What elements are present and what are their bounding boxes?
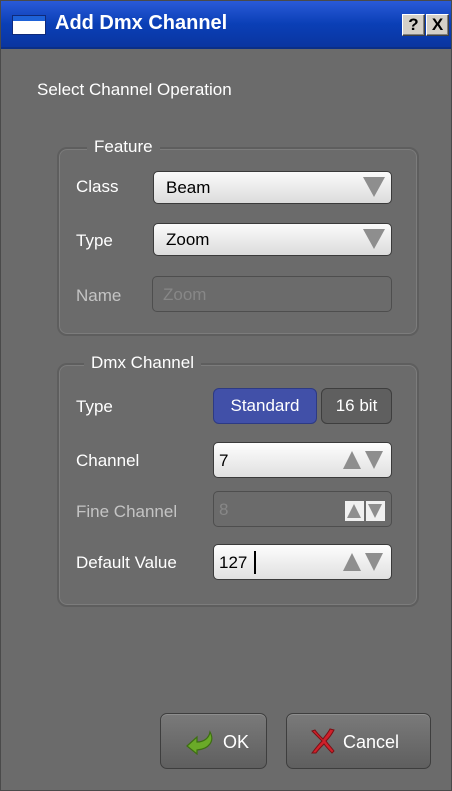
- close-button[interactable]: X: [426, 14, 449, 36]
- dmx-channel-legend: Dmx Channel: [84, 351, 201, 375]
- feature-type-value: Zoom: [166, 230, 210, 249]
- chevron-down-icon[interactable]: [363, 229, 385, 249]
- green-check-arrow-icon: [186, 730, 213, 755]
- 16-bit-toggle[interactable]: 16 bit: [321, 388, 392, 424]
- down-arrow-icon[interactable]: [365, 451, 383, 469]
- text-cursor: [254, 551, 256, 574]
- name-field[interactable]: Zoom: [152, 276, 392, 312]
- dmx-type-label: Type: [76, 397, 113, 416]
- fine-channel-label: Fine Channel: [76, 502, 178, 521]
- feature-type-combo[interactable]: Zoom: [153, 223, 392, 256]
- feature-type-label: Type: [76, 231, 113, 250]
- feature-legend: Feature: [87, 135, 160, 159]
- fine-channel-value: 8: [219, 500, 229, 519]
- dialog-title: Add Dmx Channel: [55, 12, 228, 34]
- cancel-label: Cancel: [343, 732, 400, 752]
- default-value-label: Default Value: [76, 553, 177, 572]
- fine-channel-spinbox[interactable]: 8: [213, 491, 392, 527]
- down-arrow-icon[interactable]: [365, 553, 383, 571]
- title-bar[interactable]: Add Dmx Channel ? X: [1, 1, 451, 49]
- window-icon: [12, 15, 46, 35]
- name-label: Name: [76, 286, 122, 305]
- down-arrow-icon[interactable]: [368, 504, 382, 518]
- spin-arrows[interactable]: [343, 553, 385, 571]
- class-combo[interactable]: Beam: [153, 171, 392, 204]
- up-arrow-icon[interactable]: [343, 553, 361, 571]
- ok-label: OK: [223, 732, 250, 752]
- channel-label: Channel: [76, 451, 140, 470]
- class-label: Class: [76, 177, 119, 196]
- ok-button[interactable]: OK: [160, 713, 267, 769]
- spin-arrows[interactable]: [343, 451, 385, 469]
- cancel-button[interactable]: Cancel: [286, 713, 431, 769]
- channel-spinbox[interactable]: 7: [213, 442, 392, 478]
- name-placeholder: Zoom: [163, 285, 207, 304]
- up-arrow-icon[interactable]: [343, 451, 361, 469]
- red-x-icon: [310, 728, 335, 754]
- up-arrow-icon[interactable]: [347, 504, 361, 518]
- add-dmx-channel-dialog: Add Dmx Channel ? X Select Channel Opera…: [0, 0, 452, 791]
- default-value: 127: [219, 553, 248, 572]
- help-button[interactable]: ?: [402, 14, 425, 36]
- class-value: Beam: [166, 178, 211, 197]
- channel-value: 7: [219, 451, 229, 470]
- spin-arrows[interactable]: [345, 501, 385, 521]
- default-value-spinbox[interactable]: 127: [213, 544, 392, 580]
- chevron-down-icon[interactable]: [363, 177, 385, 197]
- operation-label: Select Channel Operation: [37, 80, 232, 99]
- standard-toggle[interactable]: Standard: [213, 388, 317, 424]
